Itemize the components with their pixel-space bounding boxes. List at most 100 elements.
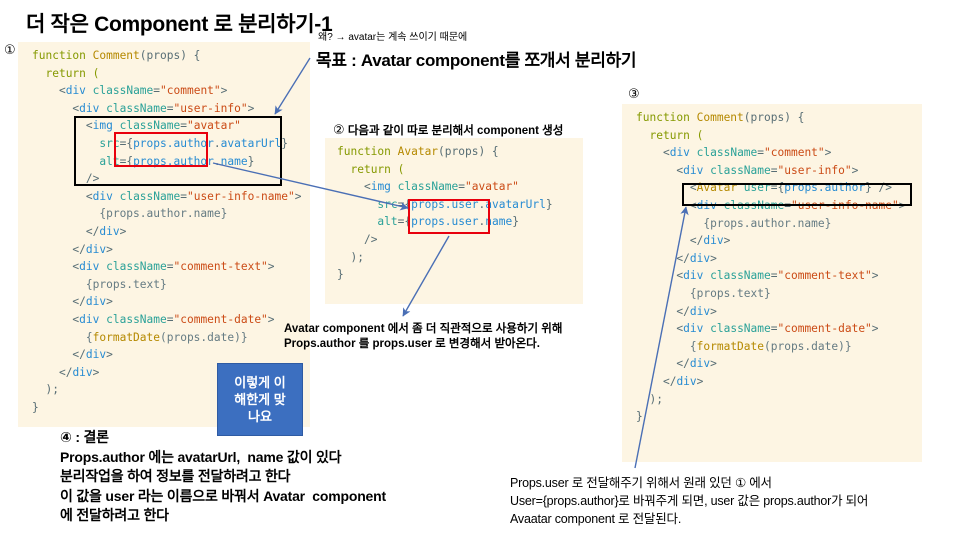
code-line: <div className="user-info">: [32, 100, 310, 118]
code-token: (props.date)}: [160, 330, 248, 344]
code-token: >: [267, 312, 275, 326]
code-token: }: [337, 268, 344, 282]
code-token: >: [247, 101, 255, 115]
code-line: );: [636, 391, 922, 409]
code-token: </: [676, 304, 690, 318]
code-line: {props.text}: [636, 285, 922, 303]
code-line: </div>: [32, 223, 310, 241]
code-token: className: [106, 312, 167, 326]
code-token: (props.date)}: [764, 339, 852, 353]
code-token: >: [710, 304, 717, 318]
code-token: "avatar": [465, 180, 519, 194]
code-line: {props.author.name}: [32, 205, 310, 223]
code-line: </div>: [636, 355, 922, 373]
code-token: =: [770, 322, 778, 336]
code-token: );: [649, 392, 663, 406]
code-token: function: [337, 145, 398, 158]
code-line: {formatDate(props.date)}: [32, 329, 310, 347]
code-line: <div className="comment-text">: [32, 258, 310, 276]
code-token: className: [710, 163, 771, 177]
code-token: >: [710, 357, 717, 371]
code-token: );: [45, 383, 59, 397]
code-token: <: [85, 189, 93, 203]
code-line: <div className="comment-date">: [32, 311, 310, 329]
code-token: >: [710, 251, 717, 265]
step-marker-3: ③: [628, 87, 640, 102]
code-token: </: [72, 348, 86, 362]
code-line: );: [337, 249, 583, 267]
code-token: >: [871, 269, 879, 283]
code-token: (props) {: [438, 145, 499, 158]
highlight-box-props-author: [114, 132, 208, 167]
code-token: (props) {: [743, 111, 805, 124]
code-token: >: [824, 146, 832, 160]
code-token: >: [220, 84, 228, 98]
conclusion-note: ④ : 결론 Props.author 에는 avatarUrl, name 값…: [60, 429, 386, 523]
code-token: div: [65, 84, 93, 98]
code-line: <div className="user-info">: [636, 162, 922, 180]
code-line: <div className="comment">: [636, 144, 922, 162]
code-token: Comment: [92, 49, 140, 62]
code-token: function: [636, 111, 697, 124]
code-line: function Comment(props) {: [32, 47, 310, 65]
code-line: return (: [636, 127, 922, 145]
code-line: return (: [32, 65, 310, 83]
code-line: }: [337, 266, 583, 284]
code-token: {: [85, 330, 93, 344]
code-token: div: [79, 101, 107, 115]
code-token: div: [683, 163, 711, 177]
code-token: formatDate: [696, 339, 764, 353]
code-token: Comment: [696, 111, 744, 124]
code-token: className: [710, 269, 771, 283]
code-token: div: [669, 146, 697, 160]
code-token: =: [770, 269, 778, 283]
code-token: =: [770, 163, 778, 177]
page-title: 더 작은 Component 로 분리하기-1: [26, 13, 333, 36]
code-line: </div>: [636, 250, 922, 268]
goal-heading: 목표 : Avatar component를 쪼개서 분리하기: [316, 51, 637, 70]
code-token: >: [294, 189, 302, 203]
code-line: return (: [337, 161, 583, 179]
code-token: "comment-text": [777, 269, 872, 283]
code-block-refactored-comment: function Comment(props) { return ( <div …: [622, 104, 922, 462]
code-token: div: [703, 234, 724, 248]
code-line: }: [636, 408, 922, 426]
code-line: function Avatar(props) {: [337, 143, 583, 161]
code-line: <div className="user-info-name">: [32, 188, 310, 206]
code-line: </div>: [32, 241, 310, 259]
code-token: }: [32, 400, 39, 414]
code-token: </: [72, 295, 86, 309]
code-token: div: [689, 251, 711, 265]
code-line: {props.author.name}: [636, 215, 922, 233]
code-token: =: [180, 189, 187, 203]
code-token: =: [166, 101, 174, 115]
code-token: />: [363, 232, 378, 246]
code-token: <: [662, 146, 670, 160]
code-token: >: [106, 242, 113, 256]
code-token: >: [851, 163, 859, 177]
code-line: function Comment(props) {: [636, 109, 922, 127]
highlight-box-avatar-usage: [682, 183, 912, 206]
code-token: <: [58, 84, 66, 98]
